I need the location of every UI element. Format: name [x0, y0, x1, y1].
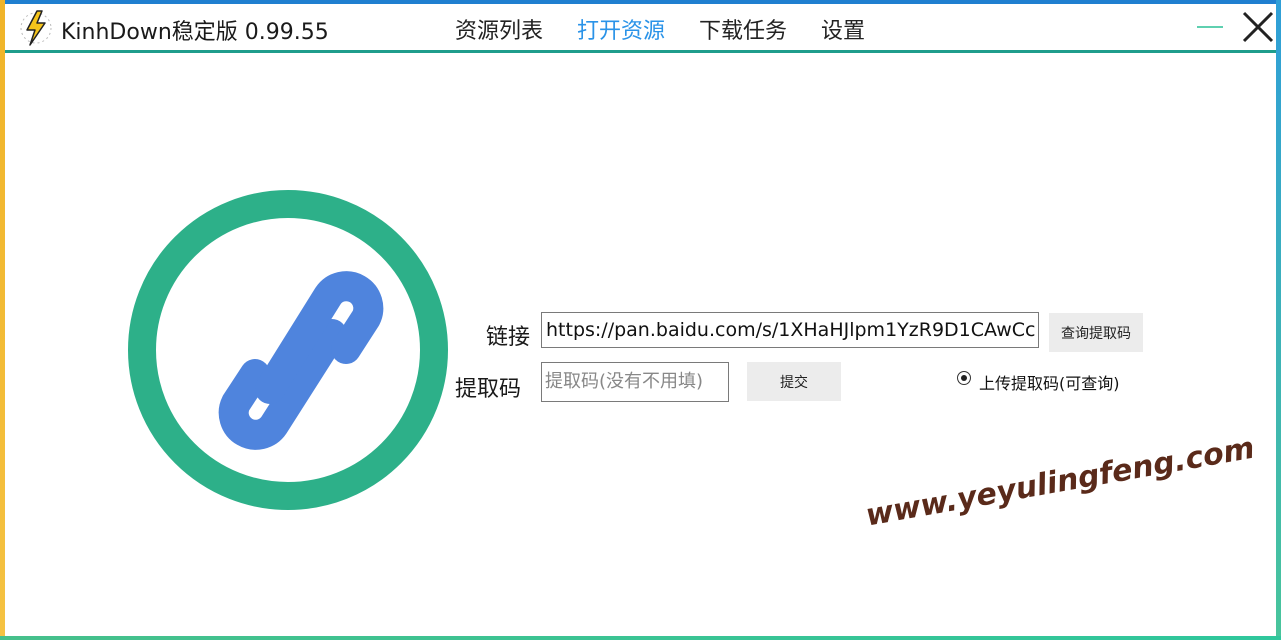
extract-code-label: 提取码 [455, 377, 522, 402]
window-frame-right [1276, 0, 1281, 640]
app-title: KinhDown稳定版 0.99.55 [61, 20, 329, 45]
query-code-button[interactable]: 查询提取码 [1049, 313, 1143, 352]
close-icon[interactable] [1241, 10, 1275, 44]
nav-resource-list[interactable]: 资源列表 [455, 13, 543, 45]
main-nav: 资源列表 打开资源 下载任务 设置 [455, 13, 899, 45]
window-frame-bottom [0, 636, 1281, 640]
lightning-icon [20, 10, 52, 46]
submit-button[interactable]: 提交 [747, 362, 841, 401]
link-label: 链接 [486, 325, 531, 350]
title-bar: KinhDown稳定版 0.99.55 资源列表 打开资源 下载任务 设置 [5, 4, 1276, 53]
link-input[interactable]: https://pan.baidu.com/s/1XHaHJlpm1YzR9D1… [541, 312, 1039, 348]
watermark: www.yeyulingfeng.com [863, 430, 1258, 534]
open-resource-panel: 链接 https://pan.baidu.com/s/1XHaHJlpm1YzR… [5, 53, 1276, 636]
nav-open-resource[interactable]: 打开资源 [577, 13, 665, 45]
minimize-button[interactable] [1197, 26, 1223, 28]
link-icon [128, 190, 448, 510]
nav-download-tasks[interactable]: 下载任务 [699, 13, 787, 45]
upload-code-radio-label[interactable]: 上传提取码(可查询) [979, 370, 1120, 394]
nav-settings[interactable]: 设置 [821, 13, 865, 45]
upload-code-radio[interactable] [957, 371, 971, 385]
extract-code-input[interactable]: 提取码(没有不用填) [541, 362, 729, 402]
